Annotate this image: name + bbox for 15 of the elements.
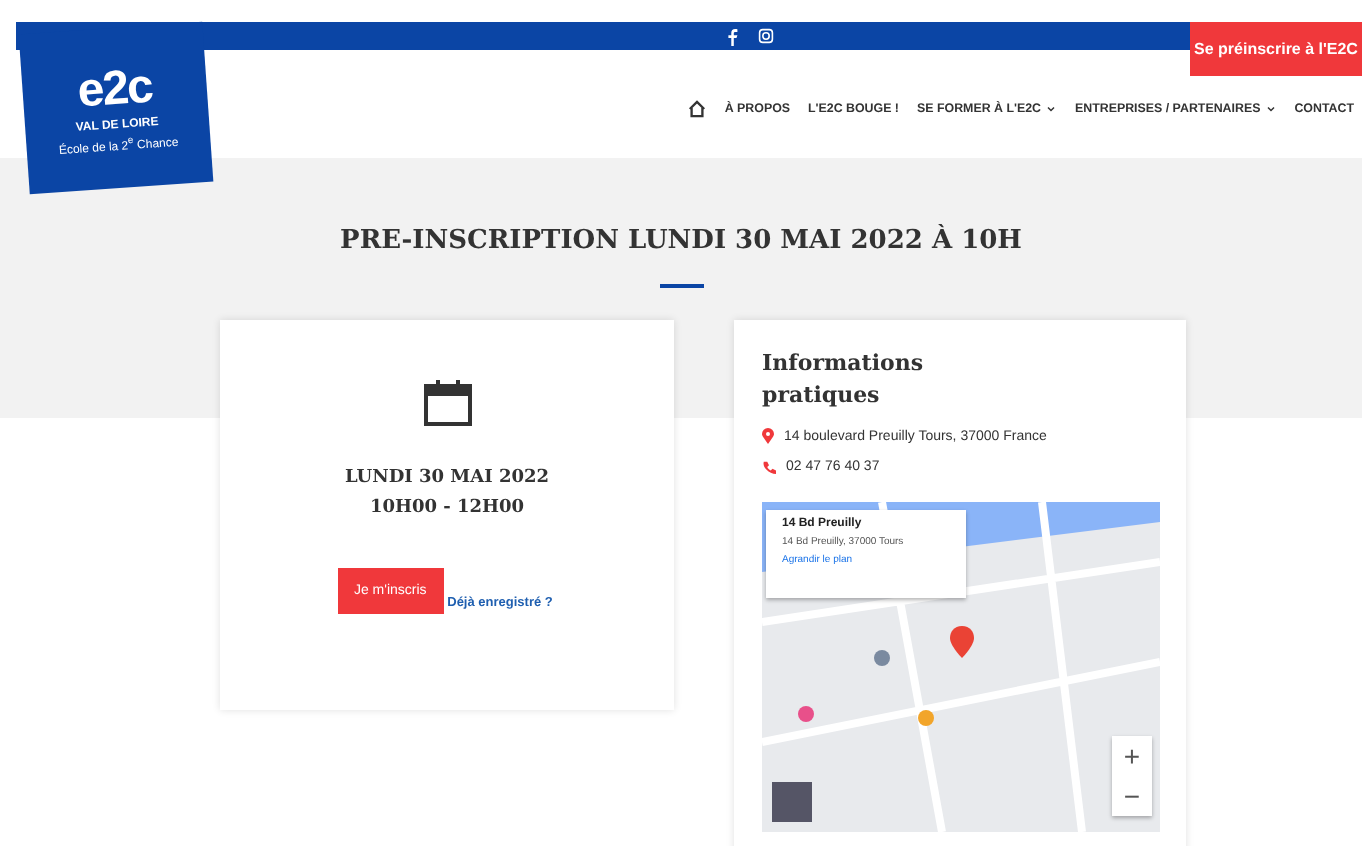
preregister-button[interactable]: Se préinscrire à l'E2C bbox=[1190, 22, 1362, 76]
zoom-in-button[interactable]: + bbox=[1112, 736, 1152, 776]
calendar-icon bbox=[421, 376, 473, 428]
home-icon[interactable] bbox=[688, 99, 707, 117]
page-title: PRE-INSCRIPTION LUNDI 30 MAI 2022 À 10H bbox=[340, 226, 1022, 256]
phone-icon bbox=[762, 460, 776, 474]
info-title: Informations pratiques bbox=[762, 348, 926, 412]
chevron-down-icon bbox=[1046, 105, 1057, 111]
event-date: LUNDI 30 MAI 2022 10H00 - 12H00 bbox=[344, 466, 550, 522]
chevron-down-icon bbox=[1266, 105, 1277, 111]
logo-letters: e2c bbox=[75, 60, 154, 118]
facebook-icon[interactable] bbox=[725, 27, 737, 45]
location-pin-icon bbox=[762, 428, 774, 444]
instagram-icon[interactable] bbox=[757, 28, 773, 44]
zoom-out-button[interactable]: − bbox=[1112, 776, 1152, 816]
